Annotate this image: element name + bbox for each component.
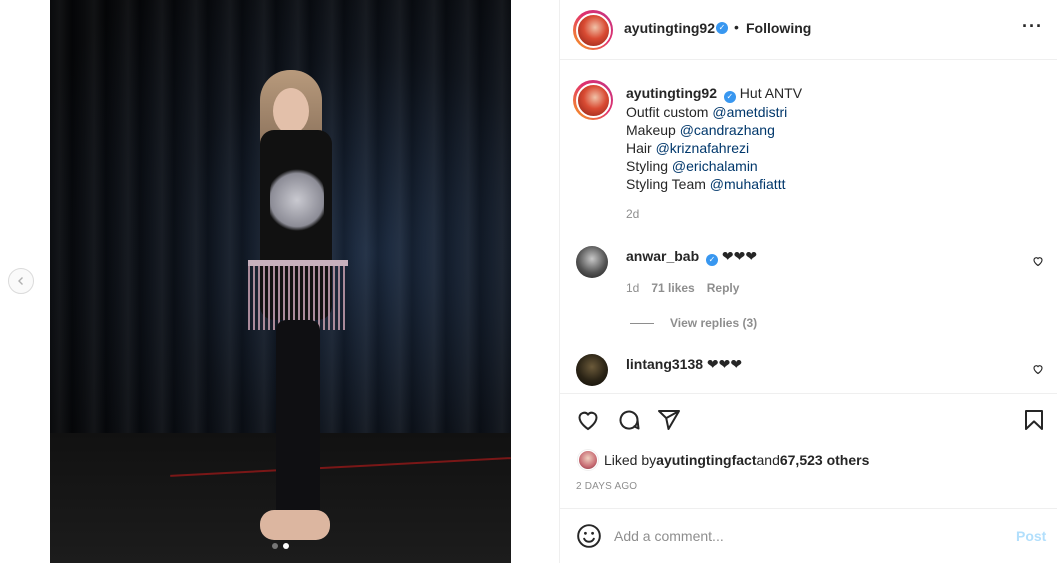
commenter-username[interactable]: lintang3138 <box>626 356 703 372</box>
more-options-icon[interactable]: ··· <box>1022 16 1043 37</box>
replies-divider <box>630 322 654 324</box>
bookmark-icon[interactable] <box>1022 408 1046 432</box>
likes-count[interactable]: 67,523 others <box>780 452 870 468</box>
liker-username[interactable]: ayutingtingfact <box>656 452 756 468</box>
verified-badge-icon: ✓ <box>716 22 728 34</box>
caption-text: ayutingting92 ✓ Hut ANTV Outfit custom @… <box>626 84 1026 193</box>
smiley-icon[interactable] <box>576 523 602 549</box>
caption-timestamp[interactable]: 2d <box>626 207 639 221</box>
comment-like-heart-icon[interactable] <box>1032 255 1044 267</box>
caption-line: Outfit custom @ametdistri <box>626 104 788 120</box>
mention-link[interactable]: @candrazhang <box>680 122 775 138</box>
author-username[interactable]: ayutingting92 <box>624 20 715 36</box>
mention-link[interactable]: @kriznafahrezi <box>656 140 750 156</box>
chevron-left-icon <box>18 277 23 285</box>
comment-timestamp[interactable]: 1d <box>626 281 639 295</box>
commenter-avatar[interactable] <box>576 354 608 386</box>
post-details-panel: ayutingting92 ✓ • Following ··· ayutingt… <box>559 0 1057 563</box>
commenter-avatar[interactable] <box>576 246 608 278</box>
caption-line: Styling Team @muhafiattt <box>626 176 786 192</box>
caption-line: Hair @kriznafahrezi <box>626 140 750 156</box>
comment-body: anwar_bab ✓ ❤❤❤ <box>626 248 757 266</box>
comment-icon[interactable] <box>617 408 641 432</box>
caption-line: Styling @erichalamin <box>626 158 758 174</box>
verified-badge-icon: ✓ <box>723 91 736 103</box>
verified-badge-icon: ✓ <box>706 254 719 266</box>
comment-like-heart-icon[interactable] <box>1032 363 1044 375</box>
comment-body: lintang3138 ❤❤❤ <box>626 356 742 373</box>
background-strip <box>511 0 559 563</box>
carousel-dot-active[interactable] <box>283 543 289 549</box>
comment-meta: 1d 71 likes Reply <box>626 281 739 295</box>
separator-dot: • <box>734 19 739 35</box>
post-comment-button[interactable]: Post <box>1016 528 1046 544</box>
previous-post-button[interactable] <box>8 268 34 294</box>
post-actions-bar <box>560 393 1057 445</box>
caption-line: Makeup @candrazhang <box>626 122 775 138</box>
caption-username[interactable]: ayutingting92 <box>626 85 717 101</box>
mention-link[interactable]: @erichalamin <box>672 158 758 174</box>
view-replies-label: View replies (3) <box>670 316 758 330</box>
commenter-username[interactable]: anwar_bab <box>626 248 699 264</box>
reply-button[interactable]: Reply <box>707 281 740 295</box>
liker-avatar[interactable] <box>578 450 598 470</box>
likes-prefix: Liked by <box>604 452 657 468</box>
likes-middle: and <box>756 452 780 468</box>
add-comment-input[interactable] <box>614 526 994 546</box>
likes-summary: Liked by ayutingtingfact and 67,523 othe… <box>578 450 869 470</box>
paper-plane-icon[interactable] <box>657 408 681 432</box>
post-header: ayutingting92 ✓ • Following ··· <box>560 0 1057 60</box>
mention-link[interactable]: @muhafiattt <box>710 176 786 192</box>
heart-icon[interactable] <box>576 408 600 432</box>
following-button[interactable]: Following <box>746 20 811 36</box>
caption-avatar[interactable] <box>573 80 613 120</box>
post-timestamp[interactable]: 2 DAYS AGO <box>576 481 637 492</box>
mention-link[interactable]: @ametdistri <box>712 104 787 120</box>
caption-title: Hut ANTV <box>739 85 803 101</box>
comment-likes-count[interactable]: 71 likes <box>651 281 694 295</box>
view-replies-button[interactable]: View replies (3) <box>630 316 757 330</box>
add-comment-bar: Post <box>560 508 1057 563</box>
carousel-dot[interactable] <box>272 543 278 549</box>
comment-text: ❤❤❤ <box>706 356 743 372</box>
person-figure <box>240 70 350 540</box>
comment-text: ❤❤❤ <box>721 248 758 264</box>
left-gutter <box>0 0 50 563</box>
carousel-dots <box>50 543 511 549</box>
post-image[interactable] <box>50 0 511 563</box>
author-avatar[interactable] <box>573 10 613 50</box>
